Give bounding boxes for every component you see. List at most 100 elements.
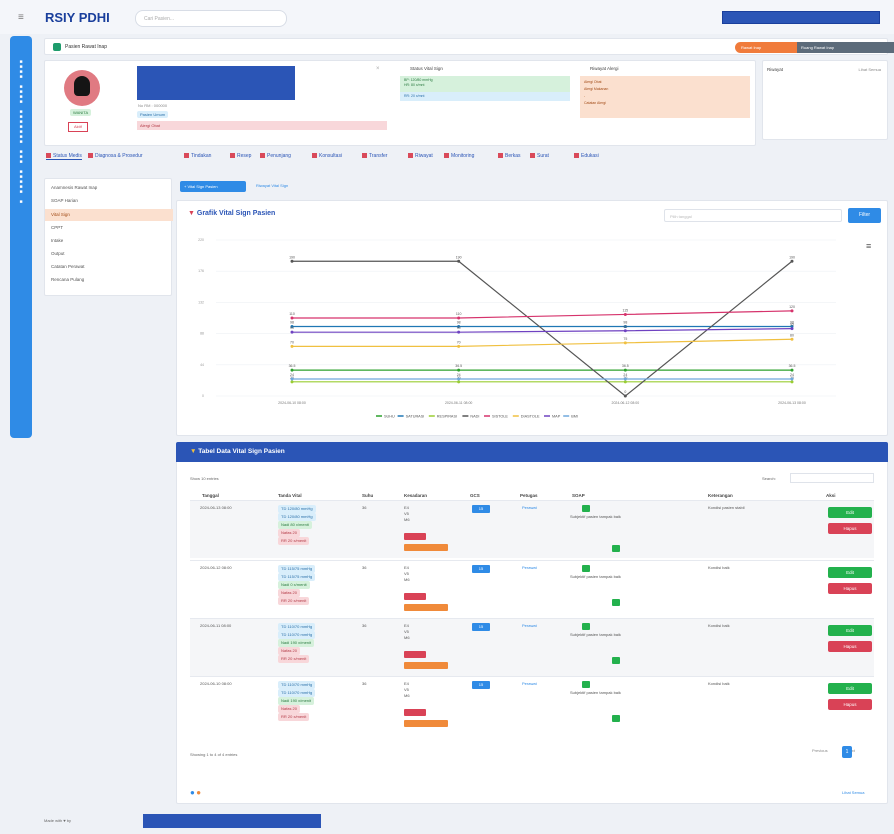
data-point	[790, 337, 794, 341]
th-tanda-vital[interactable]: Tanda Vital	[278, 493, 302, 498]
side-menu-item-anamnesis[interactable]: Anamnesis Rawat Inap	[51, 185, 97, 190]
tab-surat[interactable]: Surat	[530, 153, 549, 159]
legend-item[interactable]: RESPIRASI	[437, 415, 457, 419]
edit-button[interactable]: Edit	[828, 507, 872, 518]
user-menu[interactable]	[722, 11, 880, 24]
y-tick-label: 44	[200, 363, 204, 367]
chart-date-filter[interactable]: Pilih tanggal	[664, 209, 842, 222]
series-line-nadi	[292, 260, 793, 397]
th-tanggal[interactable]: Tanggal	[202, 493, 219, 498]
row-kesadaran: M6	[404, 635, 410, 640]
legend-item[interactable]: SATURASI	[406, 415, 425, 419]
row-petugas[interactable]: Perawat	[522, 565, 537, 571]
edit-button[interactable]: Edit	[828, 625, 872, 636]
add-vital-sign-button[interactable]: + Vital Sign Pasien	[180, 181, 246, 192]
data-label: 98	[290, 321, 294, 325]
side-menu-item-catatan[interactable]: Catatan Perawat	[51, 264, 85, 269]
tab-transfer[interactable]: Transfer	[362, 153, 387, 159]
footer-text: Made with ♥ by	[44, 818, 72, 823]
history-card-title: Riwayat	[767, 67, 784, 72]
th-kesadaran[interactable]: Kesadaran	[404, 493, 427, 498]
row-vital-badge: Nafas 20	[278, 705, 301, 713]
side-menu-item-output[interactable]: Output	[51, 251, 65, 256]
vital-sign-chart: 36.536.536.536.5989898982020202019019001…	[198, 238, 836, 419]
table-search-input[interactable]	[790, 473, 874, 483]
side-menu-item-rencana[interactable]: Rencana Pulang	[51, 277, 84, 282]
tab-riwayat[interactable]: Riwayat	[408, 153, 433, 159]
side-menu-item-soap[interactable]: SOAP Harian	[51, 198, 78, 203]
close-icon[interactable]: ×	[376, 66, 380, 72]
tab-konsultasi[interactable]: Konsultasi	[312, 153, 342, 159]
page-1[interactable]: 1	[842, 746, 852, 758]
data-label: 90	[290, 326, 294, 330]
delete-button[interactable]: Hapus	[828, 641, 872, 652]
filter-button[interactable]: Filter	[848, 208, 881, 223]
th-soap[interactable]: SOAP	[572, 493, 585, 498]
row-vital-badge: Nadi 190 x/menit	[278, 697, 315, 705]
search-input[interactable]: Cari Pasien...	[135, 10, 287, 27]
show-entries-select[interactable]: Show 10 entries	[190, 476, 219, 481]
tab-monitoring[interactable]: Monitoring	[444, 153, 474, 159]
status-pill: Rawat Inap	[735, 42, 797, 53]
legend-item[interactable]: MAP	[552, 415, 561, 419]
th-petugas[interactable]: Petugas	[520, 493, 538, 498]
legend-item[interactable]: DIASTOLE	[521, 415, 540, 419]
side-menu-item-cppt[interactable]: CPPT	[51, 225, 63, 230]
view-all-link[interactable]: Lihat Semua	[842, 790, 864, 795]
tab-penunjang[interactable]: Penunjang	[260, 153, 291, 159]
history-card-link[interactable]: Lihat Semua	[859, 67, 881, 72]
legend-item[interactable]: SISTOLE	[492, 415, 508, 419]
table-info: Showing 1 to 4 of 4 entries	[190, 752, 238, 757]
row-petugas[interactable]: Perawat	[522, 505, 537, 511]
th-gcs[interactable]: GCS	[470, 493, 480, 498]
row-check-icon	[582, 565, 590, 572]
row-suhu: 36	[362, 623, 367, 628]
tab-edukasi[interactable]: Edukasi	[574, 153, 599, 159]
row-vital-badge: TD 110/70 mmHg	[278, 623, 316, 631]
app-brand[interactable]: RSIY PDHI	[45, 10, 110, 25]
table-header-bar: ▼ Tabel Data Vital Sign Pasien	[176, 442, 888, 462]
y-tick-label: 176	[198, 269, 204, 273]
delete-button[interactable]: Hapus	[828, 583, 872, 594]
y-tick-label: 0	[202, 394, 204, 398]
y-tick-label: 220	[198, 238, 204, 242]
table-search-label: Search:	[762, 476, 776, 481]
table-row: 2024-06-12 08:00 TD 115/75 mmHg TD 115/75 …	[190, 560, 874, 618]
side-menu-item-vital-sign[interactable]: Vital Sign	[51, 212, 70, 217]
data-point	[790, 259, 794, 263]
row-vital-badge: TD 110/70 mmHg	[278, 631, 316, 639]
tab-tindakan[interactable]: Tindakan	[184, 153, 211, 159]
patient-status-badge[interactable]: Aktif	[68, 122, 88, 132]
menu-icon[interactable]: ≡	[18, 12, 24, 23]
edit-button[interactable]: Edit	[828, 683, 872, 694]
tab-status-medis[interactable]: Status Medis	[46, 153, 82, 160]
tab-diagnosa[interactable]: Diagnosa & Prosedur	[88, 153, 143, 159]
th-suhu[interactable]: Suhu	[362, 493, 373, 498]
legend-item[interactable]: NADI	[470, 415, 479, 419]
tab-resep[interactable]: Resep	[230, 153, 251, 159]
vital-history-link[interactable]: Riwayat Vital Sign	[256, 183, 288, 188]
row-keterangan: Kondisi baik	[708, 623, 730, 628]
x-tick-label: 2024-06-11 08:00	[445, 401, 472, 405]
th-keterangan[interactable]: Keterangan	[708, 493, 733, 498]
edit-button[interactable]: Edit	[828, 567, 872, 578]
delete-button[interactable]: Hapus	[828, 523, 872, 534]
prev-page[interactable]: Previous	[812, 748, 828, 753]
legend-item[interactable]: SUHU	[384, 415, 395, 419]
th-aksi[interactable]: Aksi	[826, 493, 836, 498]
row-orange-badge	[404, 662, 448, 669]
page-title: Pasien Rawat Inap	[65, 44, 107, 50]
row-kesadaran: M6	[404, 517, 410, 522]
row-petugas[interactable]: Perawat	[522, 681, 537, 687]
data-label: 24	[790, 373, 794, 377]
data-label: 92	[623, 325, 627, 329]
row-vital-badge: Nadi 80 x/menit	[278, 521, 312, 529]
row-vital-badge: TD 120/80 mmHg	[278, 505, 316, 513]
delete-button[interactable]: Hapus	[828, 699, 872, 710]
row-petugas[interactable]: Perawat	[522, 623, 537, 629]
x-tick-label: 2024-06-12 08:00	[612, 401, 640, 405]
side-menu-item-intake[interactable]: Intake	[51, 238, 63, 243]
tab-berkas[interactable]: Berkas	[498, 153, 521, 159]
row-check-icon	[582, 681, 590, 688]
legend-item[interactable]: BMI	[571, 415, 578, 419]
